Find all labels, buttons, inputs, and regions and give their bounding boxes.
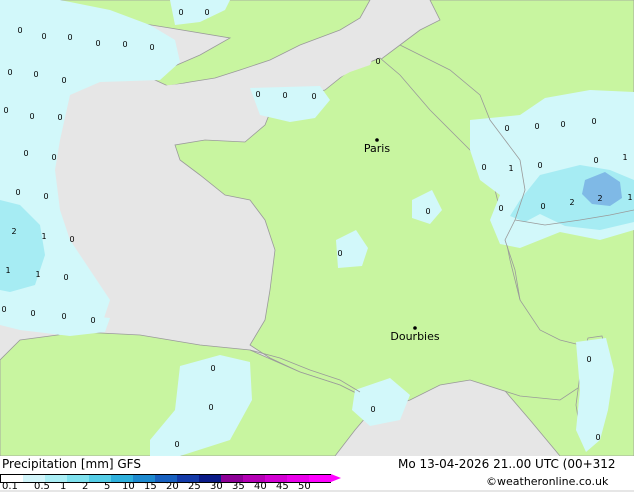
precip-value-label: 0 [51,153,56,162]
scale-tick-label: 25 [188,481,201,492]
scale-tick-label: 40 [254,481,267,492]
precip-value-label: 0 [481,163,486,172]
precip-value-label: 0 [90,316,95,325]
scale-tick-label: 45 [276,481,289,492]
precip-value-label: 0 [595,433,600,442]
precip-value-label: 0 [591,117,596,126]
precip-value-label: 2 [569,198,574,207]
precip-value-label: 0 [17,26,22,35]
scale-tick-label: 10 [122,481,135,492]
precip-value-label: 0 [41,32,46,41]
precip-value-label: 1 [508,164,513,173]
legend-title: Precipitation [mm] GFS [2,457,141,471]
precipitation-map: 0 0 0 0 0 0 0 0 0 0 0 0 0 0 0 0 2 1 0 1 1 0 0 0 0 0 0 0 0 0 0 0 0 0 0 0 1 0 1 0… [0,0,634,456]
precip-value-label: 0 [43,192,48,201]
legend-bar: Precipitation [mm] GFS Mo 13-04-2026 21.… [0,456,634,490]
precip-value-label: 0 [586,355,591,364]
precip-value-label: 0 [69,235,74,244]
precip-value-label: 0 [540,202,545,211]
precip-value-label: 0 [375,57,380,66]
precip-value-label: 0 [370,405,375,414]
scale-tick-label: 50 [298,481,311,492]
precip-value-label: 0 [178,8,183,17]
scale-tick-label: 35 [232,481,245,492]
precip-value-label: 0 [61,76,66,85]
precip-value-label: 0 [311,92,316,101]
precip-value-label: 0 [1,305,6,314]
precip-value-label: 0 [57,113,62,122]
precip-value-label: 0 [425,207,430,216]
precip-value-label: 0 [63,273,68,282]
precip-value-label: 0 [3,106,8,115]
precip-value-label: 0 [537,161,542,170]
precip-value-label: 0 [15,188,20,197]
precip-value-label: 0 [33,70,38,79]
precip-value-label: 2 [597,194,602,203]
legend-datetime: Mo 13-04-2026 21..00 UTC (00+312 [398,457,616,471]
precip-value-label: 1 [41,232,46,241]
precip-value-label: 0 [498,204,503,213]
precip-value-label: 0 [29,112,34,121]
precip-value-label: 0 [149,43,154,52]
scale-tick-label: 0.5 [34,481,50,492]
scale-tick-label: 30 [210,481,223,492]
precip-value-label: 0 [67,33,72,42]
precip-value-label: 0 [23,149,28,158]
legend-credit: ©weatheronline.co.uk [486,475,609,488]
city-label-dourbies: Dourbies [390,330,440,343]
precip-value-label: 0 [560,120,565,129]
scale-tick-label: 15 [144,481,157,492]
precip-value-label: 0 [174,440,179,449]
precip-value-label: 1 [35,270,40,279]
city-label-paris: Paris [364,142,390,155]
precip-value-label: 1 [622,153,627,162]
scale-tick-label: 1 [60,481,67,492]
scale-arrow [331,474,341,482]
precip-value-label: 0 [95,39,100,48]
color-scale [0,474,341,483]
precip-value-label: 0 [208,403,213,412]
scale-tick-label: 5 [104,481,111,492]
precip-value-label: 0 [30,309,35,318]
precip-value-label: 0 [61,312,66,321]
precip-value-label: 0 [255,90,260,99]
scale-tick-label: 20 [166,481,179,492]
precip-value-label: 0 [593,156,598,165]
scale-tick-label: 0.1 [2,481,18,492]
precip-value-label: 1 [5,266,10,275]
scale-swatch [309,474,331,483]
precip-value-label: 0 [210,364,215,373]
precip-value-label: 2 [11,227,16,236]
precip-value-label: 0 [282,91,287,100]
precip-value-label: 0 [204,8,209,17]
precip-value-label: 0 [504,124,509,133]
scale-tick-label: 2 [82,481,89,492]
precip-value-label: 0 [7,68,12,77]
precip-value-label: 0 [534,122,539,131]
precip-value-label: 1 [627,193,632,202]
precip-value-label: 0 [337,249,342,258]
precip-value-label: 0 [122,40,127,49]
